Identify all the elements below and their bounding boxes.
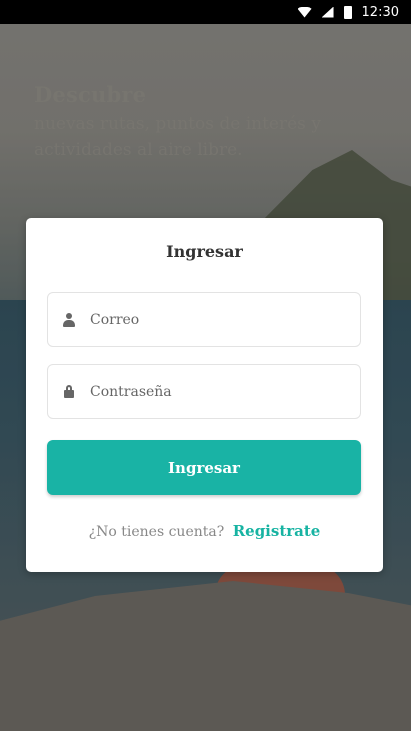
wifi-icon [297,6,312,18]
hero-text: Descubre nuevas rutas, puntos de interés… [34,82,354,163]
signup-link[interactable]: Registrate [233,522,321,540]
battery-icon [343,5,352,19]
email-field[interactable] [47,292,361,347]
login-title: Ingresar [166,242,243,261]
status-time: 12:30 [361,4,399,20]
user-icon [62,312,76,328]
cell-signal-icon [321,6,334,18]
email-input[interactable] [90,311,340,328]
login-card: Ingresar Ingresar ¿No tienes cuenta? Reg… [26,218,383,572]
login-button[interactable]: Ingresar [47,440,361,495]
signup-row: ¿No tienes cuenta? Registrate [26,522,383,540]
lock-icon [62,384,76,400]
hero-title: Descubre [34,82,147,107]
hero-subtitle: nuevas rutas, puntos de interés y activi… [34,114,321,160]
password-input[interactable] [90,383,340,400]
password-field[interactable] [47,364,361,419]
no-account-text: ¿No tienes cuenta? [88,524,225,540]
status-bar: 12:30 [0,0,411,24]
